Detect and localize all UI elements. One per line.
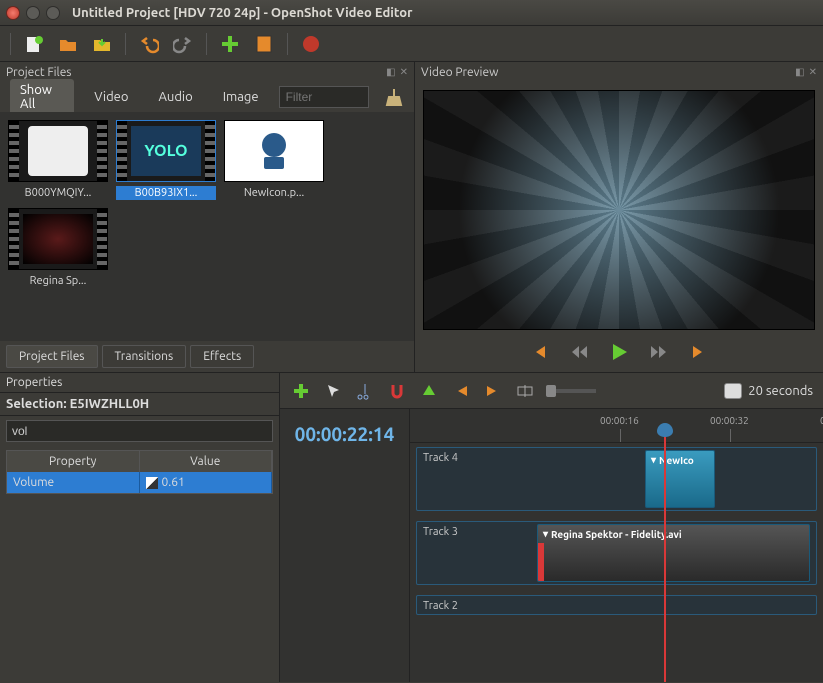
project-files-pane: Project Files ◧ ✕ Show All Video Audio I…: [0, 62, 415, 372]
prev-marker-icon[interactable]: [450, 380, 472, 402]
timeline-track[interactable]: Track 4 ▾NewIco: [416, 447, 817, 511]
timeline-clip[interactable]: ▾NewIco: [645, 450, 715, 508]
toolbar-separator: [287, 33, 288, 55]
window-minimize-button[interactable]: [26, 6, 40, 20]
properties-pane: Properties Selection: E5IWZHLL0H Propert…: [0, 373, 280, 682]
timeline-ruler[interactable]: 00:00:16 00:00:32 00:00:48: [410, 409, 823, 443]
timeline-track[interactable]: Track 2: [416, 595, 817, 615]
property-row[interactable]: Volume 0.61: [7, 472, 272, 493]
timeline-tracks-area[interactable]: 00:00:16 00:00:32 00:00:48 Track 4 ▾NewI…: [410, 409, 823, 682]
chevron-down-icon: ▾: [543, 528, 548, 540]
video-preview-canvas[interactable]: [423, 90, 815, 330]
ruler-tick: 00:00:32: [710, 415, 749, 426]
project-file-item[interactable]: NewIcon.p...: [224, 120, 324, 200]
video-preview-pane: Video Preview ◧ ✕: [415, 62, 823, 372]
project-file-item[interactable]: Regina Sp...: [8, 208, 108, 288]
properties-table: Property Value Volume 0.61: [6, 450, 273, 494]
jump-end-icon[interactable]: [688, 341, 710, 363]
timeline-clip[interactable]: ▾Regina Spektor - Fidelity.avi: [537, 524, 810, 582]
filter-audio-tab[interactable]: Audio: [148, 86, 202, 108]
property-value: 0.61: [162, 476, 185, 489]
rewind-icon[interactable]: [568, 341, 590, 363]
import-files-icon[interactable]: [219, 33, 241, 55]
clip-label: Regina Spektor - Fidelity.avi: [551, 529, 682, 540]
window-title: Untitled Project [HDV 720 24p] - OpenSho…: [72, 6, 412, 20]
toolbar-separator: [206, 33, 207, 55]
property-name: Volume: [7, 472, 140, 493]
detach-icon[interactable]: ◧: [795, 66, 804, 78]
project-files-grid: B000YMQIY... YOLO B00B93IX1... NewIcon.p…: [0, 112, 414, 341]
marker-icon[interactable]: [418, 380, 440, 402]
toolbar-separator: [125, 33, 126, 55]
window-maximize-button[interactable]: [46, 6, 60, 20]
file-label: B000YMQIY...: [8, 186, 108, 200]
project-files-title: Project Files: [6, 66, 72, 79]
zoom-slider[interactable]: [546, 389, 596, 393]
zoom-level-label: 20 seconds: [748, 384, 813, 398]
selection-label: Selection:: [6, 397, 67, 411]
selection-id: E5IWZHLL0H: [70, 397, 150, 411]
snap-icon[interactable]: [386, 380, 408, 402]
keyframe-icon: [146, 477, 158, 489]
play-icon[interactable]: [608, 341, 630, 363]
clear-filter-icon[interactable]: [385, 86, 404, 108]
next-marker-icon[interactable]: [482, 380, 504, 402]
col-value: Value: [140, 451, 273, 472]
window-titlebar: Untitled Project [HDV 720 24p] - OpenSho…: [0, 0, 823, 26]
col-property: Property: [7, 451, 140, 472]
file-label: NewIcon.p...: [224, 186, 324, 200]
playhead[interactable]: [664, 435, 666, 682]
jump-start-icon[interactable]: [528, 341, 550, 363]
center-playhead-icon[interactable]: [514, 380, 536, 402]
new-project-icon[interactable]: [23, 33, 45, 55]
filter-video-tab[interactable]: Video: [84, 86, 138, 108]
file-label: B00B93IX1...: [116, 186, 216, 200]
main-toolbar: [0, 26, 823, 62]
track-label: Track 2: [423, 600, 458, 612]
window-close-button[interactable]: [6, 6, 20, 20]
add-track-icon[interactable]: [290, 380, 312, 402]
zoom-level-icon[interactable]: [724, 383, 742, 399]
properties-title: Properties: [6, 376, 62, 389]
project-file-item[interactable]: YOLO B00B93IX1...: [116, 120, 216, 200]
fast-forward-icon[interactable]: [648, 341, 670, 363]
track-label: Track 3: [423, 526, 458, 538]
filter-show-all-tab[interactable]: Show All: [10, 79, 74, 115]
undo-icon[interactable]: [138, 33, 160, 55]
detach-icon[interactable]: ◧: [386, 66, 395, 78]
project-file-item[interactable]: B000YMQIY...: [8, 120, 108, 200]
ruler-tick: 00:00:16: [600, 415, 639, 426]
filter-input[interactable]: [279, 86, 369, 108]
track-label: Track 4: [423, 452, 458, 464]
video-preview-title: Video Preview: [421, 66, 498, 79]
razor-tool-icon[interactable]: [354, 380, 376, 402]
tab-project-files[interactable]: Project Files: [6, 345, 98, 368]
export-icon[interactable]: [300, 33, 322, 55]
filter-image-tab[interactable]: Image: [213, 86, 269, 108]
property-filter-input[interactable]: [6, 420, 273, 442]
tab-transitions[interactable]: Transitions: [102, 345, 187, 368]
redo-icon[interactable]: [172, 33, 194, 55]
timeline-current-time: 00:00:22:14: [295, 423, 395, 445]
profiles-icon[interactable]: [253, 33, 275, 55]
open-project-icon[interactable]: [57, 33, 79, 55]
file-label: Regina Sp...: [8, 274, 108, 288]
timeline-pane: 20 seconds 00:00:22:14 00:00:16 00:00:32…: [280, 373, 823, 682]
close-pane-icon[interactable]: ✕: [400, 66, 408, 78]
timeline-track[interactable]: Track 3 ▾Regina Spektor - Fidelity.avi: [416, 521, 817, 585]
toolbar-separator: [10, 33, 11, 55]
pointer-tool-icon[interactable]: [322, 380, 344, 402]
save-project-icon[interactable]: [91, 33, 113, 55]
chevron-down-icon: ▾: [651, 454, 656, 466]
tab-effects[interactable]: Effects: [190, 345, 254, 368]
playback-controls: [415, 338, 823, 372]
close-pane-icon[interactable]: ✕: [809, 66, 817, 78]
